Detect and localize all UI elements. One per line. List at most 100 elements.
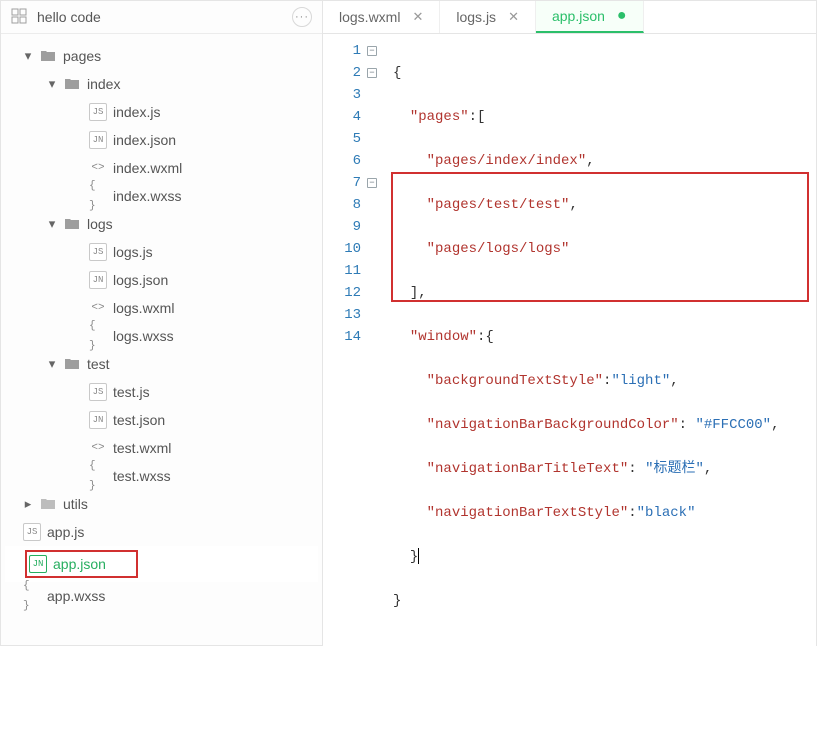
file-logs-wxss[interactable]: { } logs.wxss xyxy=(5,322,318,350)
json-file-icon: JN xyxy=(89,271,107,289)
line-number: 6 xyxy=(341,150,361,172)
annotation-highlight-box: JN app.json xyxy=(25,550,138,578)
line-number: 7 xyxy=(341,172,361,194)
file-test-js[interactable]: JS test.js xyxy=(5,378,318,406)
code-token: , xyxy=(586,153,594,169)
code-token: "navigationBarTextStyle" xyxy=(427,505,629,521)
file-logs-json[interactable]: JN logs.json xyxy=(5,266,318,294)
folder-utils[interactable]: ▸ utils xyxy=(5,490,318,518)
close-icon[interactable]: ✕ xyxy=(508,9,519,25)
line-number: 13 xyxy=(341,304,361,326)
file-label: logs.wxml xyxy=(113,298,174,318)
folder-test[interactable]: ▾ test xyxy=(5,350,318,378)
file-index-json[interactable]: JN index.json xyxy=(5,126,318,154)
file-label: index.js xyxy=(113,102,160,122)
file-index-js[interactable]: JS index.js xyxy=(5,98,318,126)
code-token: , xyxy=(670,373,678,389)
close-icon[interactable]: ✕ xyxy=(412,9,423,25)
code-body[interactable]: { "pages":[ "pages/index/index", "pages/… xyxy=(385,34,816,750)
fold-toggle-icon[interactable]: − xyxy=(367,178,377,188)
text-caret xyxy=(418,548,419,564)
tab-logs-wxml[interactable]: logs.wxml ✕ xyxy=(323,1,440,33)
folder-icon xyxy=(63,75,81,93)
js-file-icon: JS xyxy=(89,383,107,401)
chevron-down-icon[interactable]: ▾ xyxy=(47,214,57,234)
tab-app-json[interactable]: app.json ● xyxy=(536,1,644,33)
code-token: :{ xyxy=(477,329,494,345)
code-editor[interactable]: 1− 2− 3 4 5 6 7− 8 9 10 11 12 13 14 { "p… xyxy=(323,34,816,750)
folder-icon xyxy=(39,47,57,65)
code-token: } xyxy=(393,593,401,609)
file-test-wxss[interactable]: { } test.wxss xyxy=(5,462,318,490)
code-token: } xyxy=(410,549,418,565)
code-token: , xyxy=(704,461,712,477)
folder-label: utils xyxy=(63,494,88,514)
code-token: "#FFCC00" xyxy=(695,417,771,433)
fold-toggle-icon[interactable]: − xyxy=(367,68,377,78)
folder-logs[interactable]: ▾ logs xyxy=(5,210,318,238)
js-file-icon: JS xyxy=(23,523,41,541)
file-label: test.wxml xyxy=(113,438,171,458)
code-token: :[ xyxy=(469,109,486,125)
file-explorer-sidebar: hello code ··· ▾ pages ▾ index JS index.… xyxy=(1,1,323,645)
folder-pages[interactable]: ▾ pages xyxy=(5,42,318,70)
json-file-icon: JN xyxy=(89,411,107,429)
json-file-icon: JN xyxy=(29,555,47,573)
line-number: 1 xyxy=(341,40,361,62)
editor-tabs: logs.wxml ✕ logs.js ✕ app.json ● xyxy=(323,1,816,34)
line-number: 10 xyxy=(341,238,361,260)
code-token: "backgroundTextStyle" xyxy=(427,373,603,389)
editor-area: logs.wxml ✕ logs.js ✕ app.json ● 1− 2− 3… xyxy=(323,1,816,645)
chevron-down-icon[interactable]: ▾ xyxy=(47,354,57,374)
wxss-file-icon: { } xyxy=(89,467,107,485)
file-label: index.wxml xyxy=(113,158,182,178)
code-token: "pages" xyxy=(410,109,469,125)
ide-root: hello code ··· ▾ pages ▾ index JS index.… xyxy=(0,0,817,646)
file-label: index.json xyxy=(113,130,176,150)
code-token: "标题栏" xyxy=(645,461,704,477)
code-token: "navigationBarTitleText" xyxy=(427,461,629,477)
line-number: 12 xyxy=(341,282,361,304)
code-token: "pages/test/test" xyxy=(427,197,570,213)
chevron-down-icon[interactable]: ▾ xyxy=(23,46,33,66)
wxss-file-icon: { } xyxy=(89,187,107,205)
file-label: logs.js xyxy=(113,242,153,262)
project-tree-icon[interactable] xyxy=(11,8,27,27)
fold-toggle-icon[interactable]: − xyxy=(367,46,377,56)
line-number: 5 xyxy=(341,128,361,150)
chevron-right-icon[interactable]: ▸ xyxy=(23,494,33,514)
code-token: "light" xyxy=(611,373,670,389)
file-app-json[interactable]: JN app.json xyxy=(5,546,318,582)
code-token: ], xyxy=(410,285,427,301)
project-more-button[interactable]: ··· xyxy=(292,7,312,27)
file-test-wxml[interactable]: <> test.wxml xyxy=(5,434,318,462)
code-token: "pages/index/index" xyxy=(427,153,587,169)
wxml-file-icon: <> xyxy=(89,439,107,457)
line-number: 2 xyxy=(341,62,361,84)
folder-index[interactable]: ▾ index xyxy=(5,70,318,98)
file-test-json[interactable]: JN test.json xyxy=(5,406,318,434)
file-index-wxss[interactable]: { } index.wxss xyxy=(5,182,318,210)
file-label: logs.wxss xyxy=(113,326,174,346)
project-name: hello code xyxy=(37,9,282,25)
wxml-file-icon: <> xyxy=(89,299,107,317)
file-logs-js[interactable]: JS logs.js xyxy=(5,238,318,266)
folder-icon xyxy=(39,495,57,513)
file-app-js[interactable]: JS app.js xyxy=(5,518,318,546)
code-token: "window" xyxy=(410,329,477,345)
file-index-wxml[interactable]: <> index.wxml xyxy=(5,154,318,182)
file-label: logs.json xyxy=(113,270,168,290)
line-number-gutter: 1− 2− 3 4 5 6 7− 8 9 10 11 12 13 14 xyxy=(323,34,385,750)
file-tree[interactable]: ▾ pages ▾ index JS index.js JN index.jso… xyxy=(1,34,322,645)
code-token: , xyxy=(569,197,577,213)
project-header: hello code ··· xyxy=(1,1,322,34)
file-app-wxss[interactable]: { } app.wxss xyxy=(5,582,318,610)
code-token: "black" xyxy=(637,505,696,521)
code-token: "pages/logs/logs" xyxy=(427,241,570,257)
wxss-file-icon: { } xyxy=(89,327,107,345)
line-number: 14 xyxy=(341,326,361,348)
json-file-icon: JN xyxy=(89,131,107,149)
chevron-down-icon[interactable]: ▾ xyxy=(47,74,57,94)
tab-logs-js[interactable]: logs.js ✕ xyxy=(440,1,536,33)
file-logs-wxml[interactable]: <> logs.wxml xyxy=(5,294,318,322)
